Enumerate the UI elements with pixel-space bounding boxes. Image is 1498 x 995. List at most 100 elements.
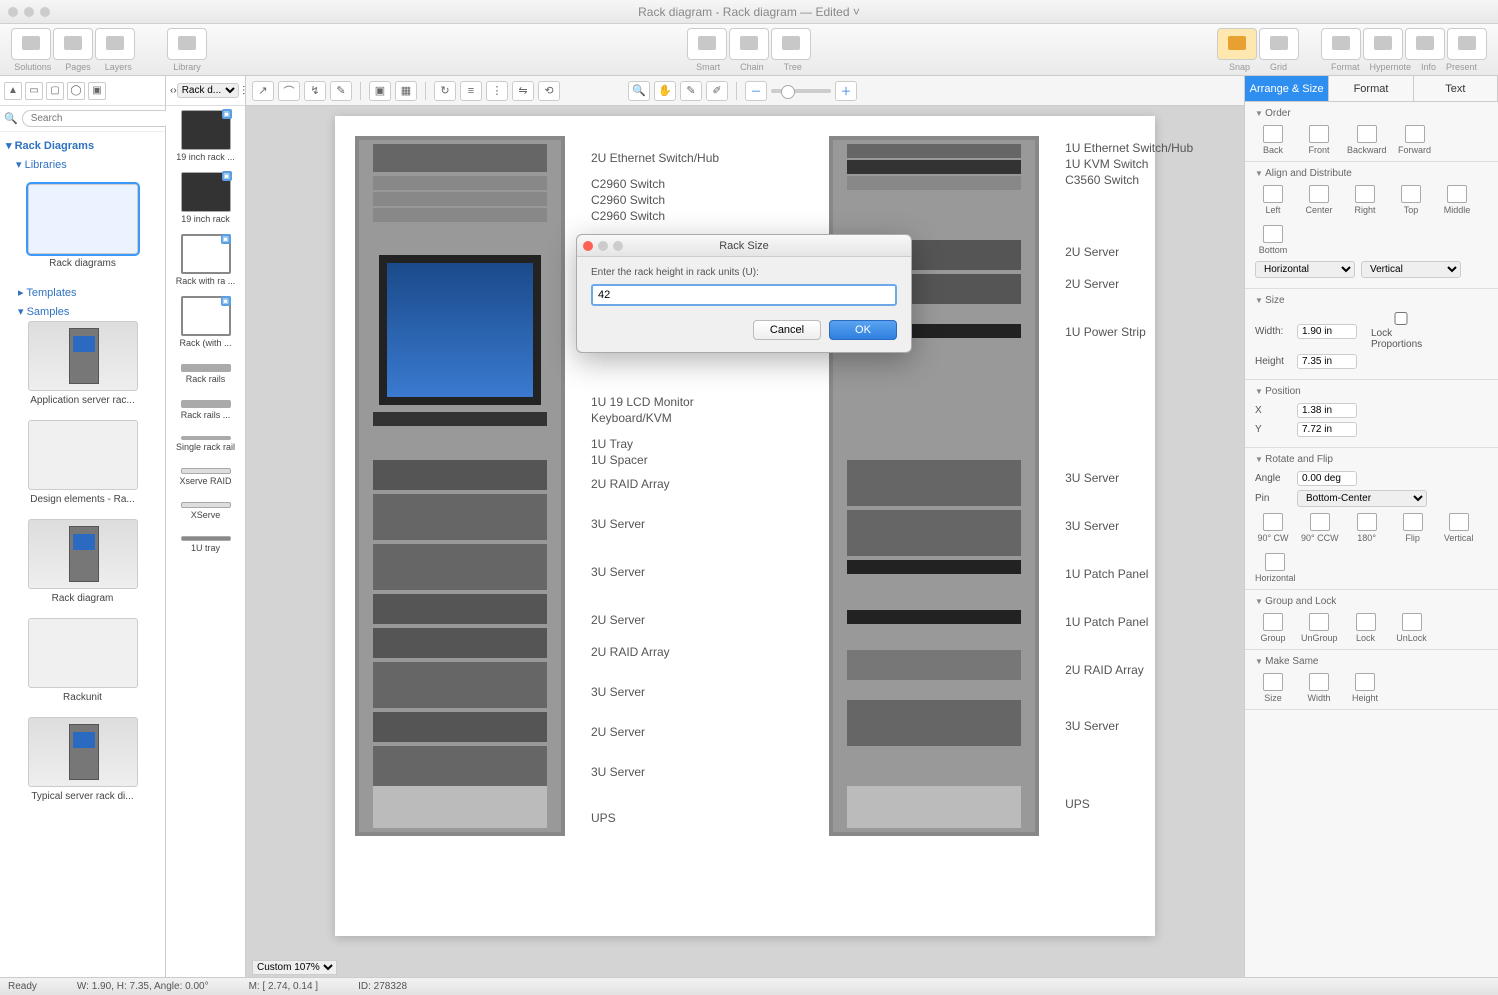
text-tool-icon[interactable]: ▭ [25, 82, 43, 100]
section-position[interactable]: Position [1255, 386, 1488, 397]
crop-tool-icon[interactable]: ▣ [369, 81, 391, 101]
align-top-button[interactable]: Top [1393, 185, 1429, 215]
thumb-design-elements[interactable]: Design elements - Ra... [6, 420, 159, 505]
device-b-switch[interactable] [847, 144, 1021, 158]
solutions-button[interactable] [11, 28, 51, 60]
rotate-cw-button[interactable]: 90° CW [1255, 513, 1291, 543]
cancel-button[interactable]: Cancel [753, 320, 821, 340]
format-button[interactable] [1321, 28, 1361, 60]
thumb-rackunit[interactable]: Rackunit [6, 618, 159, 703]
device-c2960-3[interactable] [373, 208, 547, 222]
device-server-3[interactable] [373, 594, 547, 624]
tree-samples[interactable]: ▾ Samples [8, 302, 157, 321]
arc-tool-icon[interactable]: ⌒ [278, 81, 300, 101]
device-b-patch1[interactable] [847, 560, 1021, 574]
height-input[interactable] [1297, 354, 1357, 369]
canvas[interactable]: 2U Ethernet Switch/Hub C2960 Switch C296… [246, 106, 1244, 977]
order-backward-button[interactable]: Backward [1347, 125, 1387, 155]
zoom-level-select[interactable]: Custom 107% [252, 960, 337, 975]
ellipse-tool-icon[interactable]: ◯ [67, 82, 85, 100]
align-middle-button[interactable]: Middle [1439, 185, 1475, 215]
zoom-slider[interactable] [771, 89, 831, 93]
search-input[interactable] [22, 110, 172, 127]
flip-v-button[interactable]: Vertical [1441, 513, 1477, 543]
tree-rack-diagrams[interactable]: ▾ Rack Diagrams [6, 136, 159, 155]
section-rotate[interactable]: Rotate and Flip [1255, 454, 1488, 465]
flip-tool-icon[interactable]: ⇋ [512, 81, 534, 101]
zoom-out-icon[interactable]: － [745, 81, 767, 101]
present-button[interactable] [1447, 28, 1487, 60]
device-c2960-2[interactable] [373, 192, 547, 206]
thumb-rack-diagram[interactable]: Rack diagram [6, 519, 159, 604]
hypernote-button[interactable] [1363, 28, 1403, 60]
same-height-button[interactable]: Height [1347, 673, 1383, 703]
zoom-in-icon[interactable]: ＋ [835, 81, 857, 101]
smart-button[interactable] [687, 28, 727, 60]
rack-height-input[interactable] [591, 284, 897, 306]
align-tool-icon[interactable]: ≡ [460, 81, 482, 101]
distribute-v-select[interactable]: Vertical [1361, 261, 1461, 278]
angle-input[interactable] [1297, 471, 1357, 486]
line-tool-icon[interactable]: ↗ [252, 81, 274, 101]
tab-arrange-size[interactable]: Arrange & Size [1245, 76, 1329, 101]
transform-tool-icon[interactable]: ↻ [434, 81, 456, 101]
align-left-button[interactable]: Left [1255, 185, 1291, 215]
device-lcd-monitor[interactable] [379, 255, 541, 405]
device-b-c3560[interactable] [847, 176, 1021, 190]
device-tray[interactable] [373, 428, 547, 442]
device-server-2[interactable] [373, 544, 547, 590]
shape-19-rack-a[interactable]: ▣19 inch rack ... [170, 110, 241, 162]
shapes-library-select[interactable]: Rack d... [177, 83, 239, 98]
shape-tool-icon[interactable]: ▣ [88, 82, 106, 100]
pages-button[interactable] [53, 28, 93, 60]
align-right-button[interactable]: Right [1347, 185, 1383, 215]
shape-rack-rails[interactable]: Rack rails [170, 364, 241, 384]
highlighter-icon[interactable]: ✐ [706, 81, 728, 101]
thumb-app-server[interactable]: Application server rac... [6, 321, 159, 406]
device-b-srv4[interactable] [847, 510, 1021, 556]
device-server-5[interactable] [373, 712, 547, 742]
grid-button[interactable] [1259, 28, 1299, 60]
device-b-srv3[interactable] [847, 460, 1021, 506]
unlock-button[interactable]: UnLock [1394, 613, 1430, 643]
chain-button[interactable] [729, 28, 769, 60]
hand-tool-icon[interactable]: ✋ [654, 81, 676, 101]
device-raid-2[interactable] [373, 628, 547, 658]
thumb-rack-diagrams[interactable]: Rack diagrams [6, 184, 159, 269]
rotate-180-button[interactable]: 180° [1349, 513, 1385, 543]
shape-xserve[interactable]: XServe [170, 502, 241, 520]
section-order[interactable]: Order [1255, 108, 1488, 119]
order-back-button[interactable]: Back [1255, 125, 1291, 155]
same-width-button[interactable]: Width [1301, 673, 1337, 703]
rect-tool-icon[interactable]: ▢ [46, 82, 64, 100]
eyedropper-icon[interactable]: ✎ [680, 81, 702, 101]
pointer-tool-icon[interactable]: ▲ [4, 82, 22, 100]
connector-tool-icon[interactable]: ↯ [304, 81, 326, 101]
layers-button[interactable] [95, 28, 135, 60]
thumb-typical[interactable]: Typical server rack di... [6, 717, 159, 802]
order-front-button[interactable]: Front [1301, 125, 1337, 155]
device-ups-b[interactable] [847, 786, 1021, 828]
snap-button[interactable] [1217, 28, 1257, 60]
device-server-1[interactable] [373, 494, 547, 540]
rotate-ccw-button[interactable]: 90° CCW [1301, 513, 1339, 543]
device-server-4[interactable] [373, 662, 547, 708]
device-switch-hub[interactable] [373, 144, 547, 172]
tree-libraries[interactable]: ▾ Libraries [6, 155, 159, 174]
tree-templates[interactable]: ▸ Templates [8, 283, 157, 302]
device-b-patch2[interactable] [847, 610, 1021, 624]
rack-a[interactable] [355, 136, 565, 836]
device-b-kvm[interactable] [847, 160, 1021, 174]
tab-format[interactable]: Format [1329, 76, 1413, 101]
pos-x-input[interactable] [1297, 403, 1357, 418]
device-keyboard[interactable] [373, 412, 547, 426]
pos-y-input[interactable] [1297, 422, 1357, 437]
shape-rack-rails-2[interactable]: Rack rails ... [170, 400, 241, 420]
pencil-tool-icon[interactable]: ✎ [330, 81, 352, 101]
layout-tool-icon[interactable]: ▦ [395, 81, 417, 101]
lock-proportions-checkbox[interactable] [1371, 312, 1431, 325]
device-c2960-1[interactable] [373, 176, 547, 190]
device-raid-1[interactable] [373, 460, 547, 490]
section-align[interactable]: Align and Distribute [1255, 168, 1488, 179]
section-make-same[interactable]: Make Same [1255, 656, 1488, 667]
